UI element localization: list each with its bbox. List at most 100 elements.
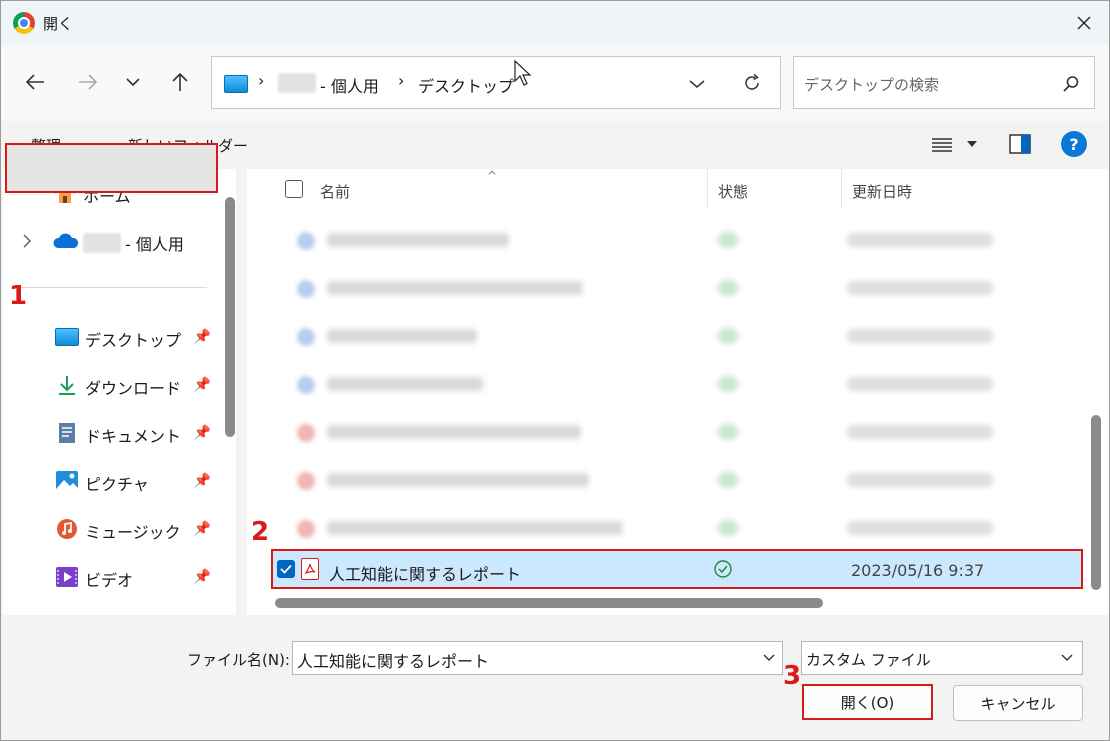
chevron-down-icon[interactable] (689, 79, 705, 89)
sidebar-item-label: ドキュメント (85, 427, 182, 446)
checkmark-icon (280, 564, 292, 574)
column-header-status[interactable]: 状態 (718, 181, 748, 202)
sidebar-scrollbar[interactable] (225, 197, 235, 437)
breadcrumb-desktop[interactable]: デスクトップ (418, 73, 514, 97)
file-icon (297, 232, 315, 250)
list-view-icon (932, 138, 952, 152)
sidebar-item-documents[interactable]: ドキュメント 📌 (3, 409, 217, 457)
chevron-down-icon[interactable] (762, 650, 776, 664)
column-header-name[interactable]: 名前 (320, 181, 350, 202)
horizontal-scrollbar[interactable] (275, 598, 823, 608)
close-button[interactable] (1059, 1, 1109, 45)
sidebar-item-label: ビデオ (85, 571, 134, 590)
up-button[interactable] (163, 65, 197, 99)
file-icon (297, 376, 315, 394)
pin-icon[interactable]: 📌 (194, 569, 211, 585)
blurred-file-name (327, 281, 583, 295)
cancel-button[interactable]: キャンセル (953, 685, 1083, 721)
sync-status-icon (717, 328, 739, 344)
navigation-bar: › - 個人用 › デスクトップ デスクトップの検索 (1, 45, 1109, 121)
refresh-icon[interactable] (742, 73, 762, 93)
breadcrumb-onedrive[interactable]: - 個人用 (320, 73, 379, 97)
close-icon (1077, 16, 1091, 30)
sync-status-icon (717, 280, 739, 296)
pdf-file-icon (301, 558, 319, 580)
pin-icon[interactable]: 📌 (194, 521, 211, 537)
filename-label: ファイル名(N): (187, 651, 290, 669)
sort-ascending-icon: ^ (487, 169, 498, 183)
vertical-scrollbar[interactable] (1091, 415, 1101, 590)
blurred-username (278, 73, 316, 93)
search-icon[interactable] (1062, 75, 1080, 93)
column-header-modified[interactable]: 更新日時 (852, 181, 912, 202)
recent-locations-button[interactable] (116, 65, 150, 99)
arrow-right-icon (79, 74, 98, 90)
sidebar-item-label: ミュージック (85, 523, 181, 542)
title-bar: 開く (1, 1, 1109, 45)
view-options-button[interactable] (931, 135, 981, 157)
window-title: 開く (43, 15, 74, 33)
sidebar-item-music[interactable]: ミュージック 📌 (3, 505, 217, 553)
address-bar[interactable]: › - 個人用 › デスクトップ (211, 56, 781, 109)
back-button[interactable] (18, 65, 52, 99)
sidebar-item-videos[interactable]: ビデオ 📌 (3, 553, 217, 601)
file-name: 人工知能に関するレポート (329, 565, 522, 584)
chevron-down-icon (126, 78, 140, 87)
blurred-date (847, 329, 993, 343)
column-divider[interactable] (841, 169, 842, 209)
pin-icon[interactable]: 📌 (194, 425, 211, 441)
blurred-date (847, 425, 993, 439)
pin-icon[interactable]: 📌 (194, 473, 211, 489)
annotation-marker-1: 1 (9, 281, 28, 311)
selected-file-row[interactable]: 人工知能に関するレポート 2023/05/16 9:37 (271, 549, 1083, 589)
sidebar-item-label: デスクトップ (85, 331, 182, 350)
document-icon (59, 423, 75, 443)
arrow-left-icon (25, 74, 44, 90)
pictures-icon (56, 471, 78, 491)
blurred-file-name (327, 521, 623, 535)
filetype-value: カスタム ファイル (806, 651, 931, 669)
breadcrumb-separator: › (258, 71, 265, 90)
bottom-panel: ファイル名(N): 人工知能に関するレポート カスタム ファイル 開く(O) キ… (1, 615, 1109, 740)
open-file-dialog: 開く › - 個人用 › デスクトップ デスクトップの検索 ? ホーム - 個人… (0, 0, 1110, 741)
column-divider[interactable] (707, 169, 708, 209)
help-icon[interactable]: ? (1061, 131, 1087, 157)
pin-icon[interactable]: 📌 (194, 329, 211, 345)
desktop-icon (55, 328, 79, 346)
search-input[interactable]: デスクトップの検索 (793, 56, 1095, 109)
sidebar-item-label: ダウンロード (85, 379, 182, 398)
file-list: ^ 名前 状態 更新日時 人工知能に関するレポート 2023/05/16 9:3… (247, 169, 1109, 615)
sync-status-check-icon (714, 560, 732, 578)
pdf-file-icon (297, 424, 315, 442)
sidebar-item-downloads[interactable]: ダウンロード 📌 (3, 361, 217, 409)
download-icon (59, 376, 75, 395)
arrow-up-icon (172, 72, 188, 91)
sync-status-icon (717, 424, 739, 440)
sidebar-item-pictures[interactable]: ピクチャ 📌 (3, 457, 217, 505)
chevron-down-icon (967, 141, 977, 147)
sidebar-item-desktop[interactable]: デスクトップ 📌 (3, 313, 217, 361)
file-icon (297, 280, 315, 298)
pdf-file-icon (297, 520, 315, 538)
chrome-logo-icon (13, 12, 35, 34)
select-all-checkbox[interactable] (285, 180, 303, 198)
pin-icon[interactable]: 📌 (194, 377, 211, 393)
filename-value: 人工知能に関するレポート (297, 652, 490, 671)
sidebar-item-label: ピクチャ (85, 475, 149, 494)
open-button[interactable]: 開く(O) (802, 684, 933, 720)
mouse-cursor-icon (514, 59, 532, 86)
sync-status-icon (717, 472, 739, 488)
annotation-marker-2: 2 (251, 517, 270, 547)
blurred-date (847, 233, 993, 247)
file-modified-date: 2023/05/16 9:37 (851, 561, 985, 580)
preview-pane-icon[interactable] (1009, 134, 1031, 154)
blurred-date (847, 521, 993, 535)
row-checkbox[interactable] (277, 560, 295, 578)
acrobat-glyph-icon (304, 563, 316, 575)
blurred-date (847, 281, 993, 295)
filetype-select[interactable]: カスタム ファイル (801, 641, 1083, 675)
forward-button[interactable] (71, 65, 105, 99)
blurred-file-name (327, 233, 509, 247)
filename-input[interactable]: 人工知能に関するレポート (292, 641, 783, 675)
sync-status-icon (717, 376, 739, 392)
